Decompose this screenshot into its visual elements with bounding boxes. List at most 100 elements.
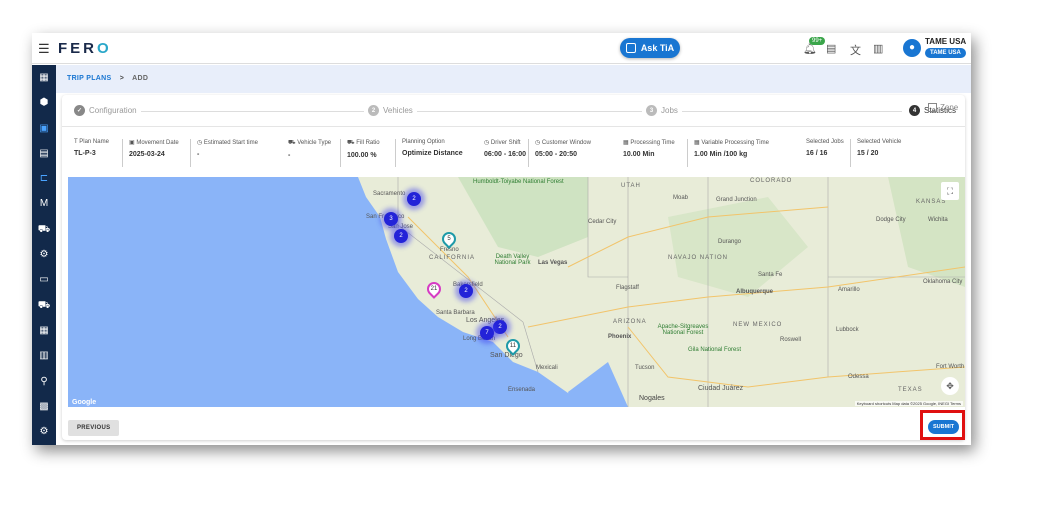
sidebar-item-mail[interactable]: M [32, 191, 56, 216]
sidebar-item-vehicle[interactable]: ⛟ [32, 217, 56, 242]
field-value: 2025-03-24 [129, 151, 165, 158]
pin-count: 11 [509, 343, 517, 349]
zone-checkbox[interactable]: Zone [928, 103, 958, 112]
map-label: Cedar City [588, 219, 617, 225]
breadcrumb-trip-plans[interactable]: TRIP PLANS [67, 75, 112, 82]
summary-field: ▣ Movement Date 2025-03-24 [122, 139, 179, 167]
step-number: 2 [368, 105, 379, 116]
summary-field: ◷ Driver Shift 06:00 - 16:00 [478, 139, 526, 167]
sidebar-item-calculator[interactable]: ▦ [32, 318, 56, 343]
summary-field: Selected Jobs 16 / 16 [800, 139, 844, 167]
step-check-icon: ✓ [74, 105, 85, 116]
top-header: ☰ FERO Ask TiA 🔔︎ 99+ ▤ 文 ▥ ● TAME USA T… [32, 33, 971, 64]
sidebar-item-orders[interactable]: ▤ [32, 141, 56, 166]
map[interactable]: Sacramento San Francisco San Jose Fresno… [68, 177, 965, 407]
google-logo: Google [72, 399, 97, 406]
field-icon: ▦ [623, 140, 629, 146]
map-label: Dodge City [876, 217, 906, 223]
cluster-marker[interactable]: 2 [493, 320, 507, 334]
sidebar-item-money[interactable]: ▭ [32, 267, 56, 292]
pin-count: 21 [430, 286, 438, 292]
field-label: Selected Vehicle [857, 139, 902, 145]
map-attribution[interactable]: Keyboard shortcuts Map data ©2025 Google… [854, 401, 963, 406]
summary-field: T Plan Name TL-P-3 [68, 139, 109, 167]
field-label: Plan Name [79, 139, 109, 145]
field-label: Variable Processing Time [701, 140, 769, 146]
book-icon[interactable]: ▥ [873, 42, 883, 55]
breadcrumb-separator: > [119, 75, 125, 82]
map-label: Moab [673, 195, 689, 201]
step-label: Vehicles [383, 106, 413, 115]
cluster-marker[interactable]: 2 [407, 192, 421, 206]
logo-accent: O [97, 40, 112, 57]
avatar[interactable]: ● [903, 39, 921, 57]
map-label: Grand Junction [716, 197, 757, 203]
summary-field: ⛟ Fill Ratio 100.00 % [340, 139, 380, 167]
map-label: Wichita [928, 217, 948, 223]
map-label: Amarillo [838, 287, 860, 293]
field-icon: ⛟ [288, 140, 296, 146]
map-label: Mexicali [536, 365, 558, 371]
map-land [358, 177, 965, 407]
map-label: Roswell [780, 337, 802, 343]
map-label: Apache-Sitgreaves National Forest [657, 324, 709, 336]
cluster-marker[interactable]: 2 [394, 229, 408, 243]
field-icon: ▦ [694, 140, 700, 146]
trip-plan-card: ✓ Configuration 2 Vehicles 3 Jobs 4 Statisti… [62, 95, 965, 440]
fullscreen-icon[interactable]: ⛶ [941, 182, 959, 200]
field-icon: T [74, 139, 78, 145]
field-value: 10.00 Min [623, 151, 655, 158]
chat-icon[interactable]: ▤ [826, 42, 836, 55]
field-icon: ◷ [535, 140, 541, 146]
map-label: CALIFORNIA [429, 255, 476, 261]
cluster-marker[interactable]: 3 [384, 212, 398, 226]
field-value: 05:00 - 20:50 [535, 151, 578, 158]
map-label: Tucson [635, 365, 655, 371]
map-label: Gila National Forest [688, 347, 742, 353]
step-configuration[interactable]: ✓ Configuration [70, 105, 141, 116]
field-value: 100.00 % [347, 152, 377, 159]
sidebar-item-building[interactable]: ▥ [32, 343, 56, 368]
field-value: - [288, 152, 291, 159]
fero-logo[interactable]: FERO [58, 40, 112, 57]
sidebar-item-routes[interactable]: ⊏ [32, 166, 56, 191]
org-pill[interactable]: TAME USA [925, 48, 966, 58]
map-label: Lubbock [836, 327, 859, 333]
map-label: Nogales [638, 395, 666, 402]
map-label: Las Vegas [538, 260, 568, 266]
sidebar-item-packages[interactable]: ⬢ [32, 90, 56, 115]
sidebar-item-trip-plans[interactable]: ▣ [32, 116, 56, 141]
map-label: Humboldt-Toiyabe National Forest [473, 179, 564, 185]
hamburger-menu-icon[interactable]: ☰ [38, 41, 50, 57]
step-label: Configuration [89, 106, 137, 115]
sidebar-item-truck[interactable]: ⛟ [32, 293, 56, 318]
step-jobs[interactable]: 3 Jobs [642, 105, 682, 116]
step-vehicles[interactable]: 2 Vehicles [364, 105, 417, 116]
notification-badge: 99+ [809, 37, 826, 45]
field-value: - [197, 151, 200, 158]
summary-field: ▦ Variable Processing Time 1.00 Min /100 … [687, 139, 769, 167]
sidebar-item-settings[interactable]: ⚙ [32, 419, 56, 444]
field-label: Movement Date [136, 140, 179, 146]
sidebar-item-dashboard[interactable]: ▦ [32, 65, 56, 90]
sidebar-item-flow[interactable]: ⚙ [32, 242, 56, 267]
ask-tia-button[interactable]: Ask TiA [620, 38, 680, 58]
translate-icon[interactable]: 文 [850, 42, 861, 58]
stepper: ✓ Configuration 2 Vehicles 3 Jobs 4 Statisti… [62, 95, 965, 127]
field-label: Driver Shift [490, 140, 521, 146]
sidebar-item-warehouse[interactable]: ▩ [32, 394, 56, 419]
map-pan-control-icon[interactable]: ✥ [941, 377, 959, 395]
map-label: Death Valley National Park [494, 254, 531, 266]
submit-button[interactable]: SUBMIT [928, 420, 960, 434]
cluster-marker[interactable]: 7 [480, 326, 494, 340]
ask-tia-label: Ask TiA [640, 43, 675, 53]
previous-button[interactable]: PREVIOUS [68, 420, 120, 436]
cluster-marker[interactable]: 2 [459, 284, 473, 298]
summary-field: ◷ Estimated Start time - [190, 139, 258, 167]
map-label: Durango [718, 239, 742, 245]
field-label: Processing Time [630, 140, 675, 146]
sidebar-item-network[interactable]: ⚲ [32, 369, 56, 394]
summary-field: ⛟ Vehicle Type - [282, 139, 331, 167]
map-label: Albuquerque [736, 289, 773, 295]
map-label: San Diego [490, 352, 523, 359]
